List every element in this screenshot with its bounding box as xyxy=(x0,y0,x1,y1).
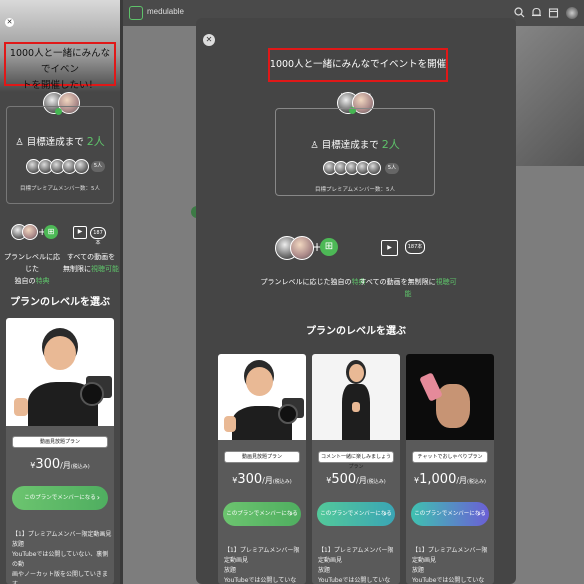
plan-card: 動画見放題プラン ¥300/月(税込み) このプランでメンバーになる › 【1】プ… xyxy=(218,354,306,584)
plan-name-tag: チャットでおしゃべりプラン xyxy=(412,451,488,463)
goal-box: ♙ 目標達成まで 2人 5人 目標プレミアムメンバー数：5人 xyxy=(275,108,435,196)
plan-modal: ✕ 1000人と一緒にみんなでイベントを開催したい！ ♙ 目標達成まで 2人 5… xyxy=(196,18,516,584)
plan-description: 【1】プレミアムメンバー限定動画見放題 YouTubeでは公開していない、裏側の… xyxy=(12,531,112,584)
plan-card: 動画見放題プラン ¥300/月(税込み) このプランでメンバーになる › 【1】プ… xyxy=(6,318,114,584)
plans-heading: プランのレベルを選ぶ xyxy=(306,326,406,337)
perk-videos-text: すべての動画を 無制限に視聴可能 xyxy=(63,253,119,273)
plan-name-tag: 動画見放題プラン xyxy=(12,436,108,448)
mobile-preview: ✕ 1000人と一緒にみんなでイベン トを開催したい！ ♙ 目標達成まで 2人 … xyxy=(0,0,120,584)
plan-name-tag: 動画見放題プラン xyxy=(224,451,300,463)
goal-box: ♙ 目標達成まで 2人 5人 目標プレミアムメンバー数：5人 xyxy=(6,106,114,204)
chevron-right-icon: › xyxy=(477,509,481,518)
perk-benefits-text: プランレベルに応じた 独自の特典 xyxy=(4,253,60,285)
plan-price: ¥300/月(税込み) xyxy=(30,457,90,472)
video-icon: ▶ xyxy=(381,240,398,256)
page-title: 1000人と一緒にみんなでイベントを開催したい！ xyxy=(269,59,447,104)
plan-description: 【1】プレミアムメンバー限定動画見 放題 YouTubeでは公開していない、 xyxy=(318,547,394,584)
calendar-icon[interactable] xyxy=(547,7,559,19)
bell-icon[interactable] xyxy=(530,7,542,19)
plan-price: ¥1,000/月(税込み) xyxy=(414,472,486,487)
goal-label: ♙ 目標達成まで 2人 xyxy=(15,135,105,148)
member-avatar xyxy=(367,161,381,175)
perk-avatar xyxy=(22,224,38,240)
video-count-badge: 187本 xyxy=(405,240,425,254)
close-icon[interactable]: ✕ xyxy=(5,18,14,27)
avatar[interactable] xyxy=(566,7,578,19)
perk-videos-text: すべての動画を無制限に視聴可能 xyxy=(359,278,457,298)
logo-text[interactable]: medulable xyxy=(147,7,184,16)
join-plan-button[interactable]: このプランでメンバーになる › xyxy=(411,502,489,526)
goal-subtext: 目標プレミアムメンバー数：5人 xyxy=(314,187,396,193)
person-icon: ♙ xyxy=(310,140,319,151)
goal-subtext: 目標プレミアムメンバー数：5人 xyxy=(19,186,101,192)
plan-photo xyxy=(312,354,400,440)
goal-label: ♙ 目標達成まで 2人 xyxy=(310,138,400,151)
video-icon: ▶ xyxy=(73,226,87,239)
perk-avatar xyxy=(290,236,314,260)
perk-benefits-text: プランレベルに応じた独自の特典 xyxy=(260,278,366,286)
plan-card: チャットでおしゃべりプラン ¥1,000/月(税込み) このプランでメンバーにな… xyxy=(406,354,494,584)
chevron-right-icon: › xyxy=(289,509,293,518)
plan-description: 【1】プレミアムメンバー限定動画見 放題 YouTubeでは公開していない、 xyxy=(224,547,300,584)
chevron-right-icon: › xyxy=(383,509,387,518)
member-count-badge: 5人 xyxy=(91,161,105,172)
chevron-right-icon: › xyxy=(96,493,100,502)
plan-description: 【1】プレミアムメンバー限定動画見 放題 YouTubeでは公開していない、 xyxy=(412,547,488,584)
search-icon[interactable] xyxy=(513,7,525,19)
logo-icon[interactable] xyxy=(129,6,143,20)
close-icon[interactable]: ✕ xyxy=(203,34,215,46)
plans-heading: プランのレベルを選ぶ xyxy=(10,297,110,308)
plan-card: コメント一緒に楽しみましょうプラン ¥500/月(税込み) このプランでメンバー… xyxy=(312,354,400,584)
video-count-badge: 187本 xyxy=(90,227,106,246)
plan-name-tag: コメント一緒に楽しみましょうプラン xyxy=(318,451,394,470)
member-count-badge: 5人 xyxy=(385,163,399,174)
member-avatar xyxy=(74,159,89,174)
join-plan-button[interactable]: このプランでメンバーになる › xyxy=(12,486,108,510)
gift-icon: ⊞ xyxy=(44,225,58,239)
plan-price: ¥300/月(税込み) xyxy=(232,472,292,487)
plan-photo xyxy=(218,354,306,440)
plan-photo xyxy=(406,354,494,440)
person-icon: ♙ xyxy=(15,137,24,148)
plan-photo xyxy=(6,318,114,426)
gift-icon: ⊞ xyxy=(320,238,338,256)
page-title: 1000人と一緒にみんなでイベン トを開催したい！ xyxy=(9,48,111,91)
plan-price: ¥500/月(税込み) xyxy=(326,472,386,487)
join-plan-button[interactable]: このプランでメンバーになる › xyxy=(317,502,395,526)
join-plan-button[interactable]: このプランでメンバーになる › xyxy=(223,502,301,526)
